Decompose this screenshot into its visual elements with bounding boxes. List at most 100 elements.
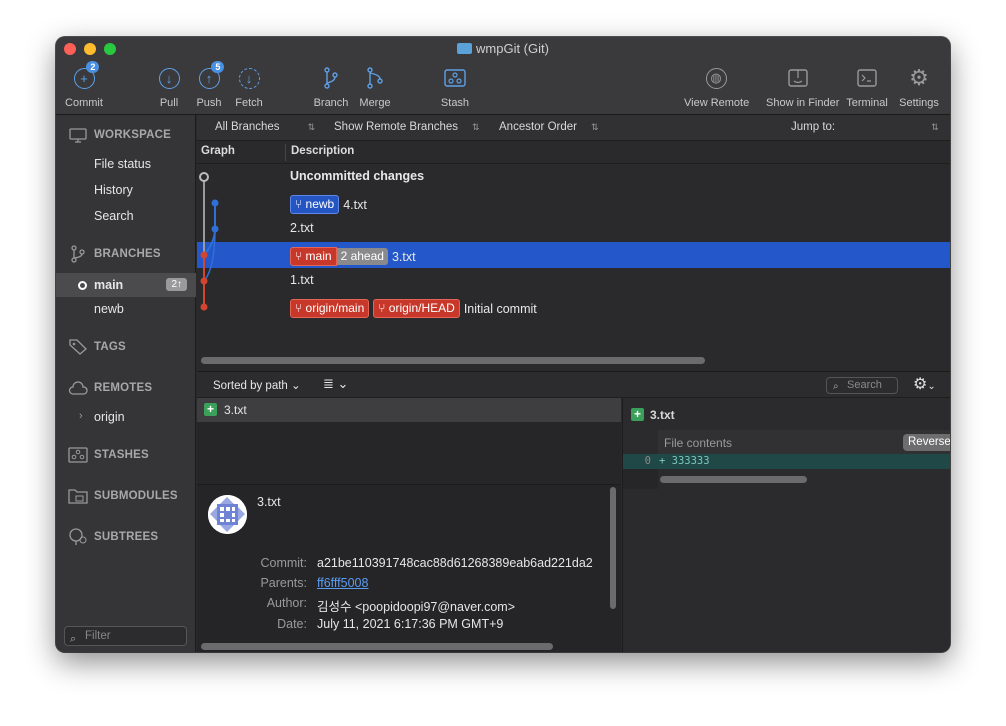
commit-row-selected[interactable]: ⑂ main 2 ahead 3.txt [197, 242, 950, 268]
remotes-title: REMOTES [94, 382, 153, 394]
sort-dropdown[interactable]: Sorted by path ⌄ [213, 378, 301, 392]
stash-label: Stash [440, 97, 470, 109]
branch-ref-label: main [305, 249, 332, 263]
commit-button[interactable]: +2 Commit [65, 61, 103, 111]
workspace-title: WORKSPACE [94, 129, 171, 141]
added-icon: + [631, 408, 644, 421]
file-search-input[interactable]: ⌕ Search [826, 377, 898, 394]
sidebar-item-history[interactable]: History [94, 183, 133, 197]
commit-list: Uncommitted changes ⑂ newb 4.txt 2.txt ⑂ … [197, 164, 950, 368]
graph-node [200, 303, 208, 311]
tag-icon [68, 339, 88, 355]
branches-dropdown-value: All Branches [215, 121, 280, 133]
terminal-icon [855, 65, 879, 91]
stash-icon [68, 447, 88, 463]
commit-date: July 11, 2021 6:17:36 PM GMT+9 [317, 617, 504, 631]
subtrees-section[interactable]: SUBTREES [68, 528, 158, 545]
commit-description: 2.txt [290, 221, 314, 235]
search-icon: ⌕ [833, 381, 839, 392]
graph-column-header[interactable]: Graph [201, 145, 235, 157]
app-window: wmpGit (Git) +2 Commit ↓ Pull ↑ 5 Push ↓ … [56, 37, 950, 652]
sidebar: WORKSPACE File status History Search BRA… [56, 115, 196, 652]
branch-ref-newb[interactable]: ⑂ newb [290, 195, 340, 214]
commit-author: 김성수 <poopidoopi97@naver.com> [317, 600, 516, 614]
graph-node [211, 225, 219, 233]
file-name: 3.txt [224, 403, 247, 417]
order-dropdown-value: Ancestor Order [499, 121, 577, 133]
window-title: wmpGit (Git) [56, 41, 950, 56]
workspace-section[interactable]: WORKSPACE [68, 127, 171, 143]
commit-description: 4.txt [343, 197, 367, 212]
sidebar-item-file-status[interactable]: File status [94, 157, 151, 171]
commit-description: 3.txt [391, 249, 416, 264]
sort-dropdown-value: Sorted by path [213, 380, 288, 392]
commit-row[interactable]: 2.txt [197, 216, 950, 242]
merge-icon [363, 65, 387, 91]
folder-icon [457, 43, 473, 54]
lower-panel: Sorted by path ⌄ ≣ ⌄ ⌕ Search ⚙⌄ + 3.txt [197, 371, 950, 652]
branches-dropdown[interactable]: All Branches ⇅ [215, 121, 315, 133]
show-in-finder-button[interactable]: Show in Finder [766, 65, 839, 111]
order-dropdown[interactable]: Ancestor Order ⇅ [499, 121, 599, 133]
commit-row[interactable]: 1.txt [197, 268, 950, 294]
sidebar-filter-input[interactable]: ⌕ Filter [64, 626, 187, 646]
commit-row[interactable]: ⑂ origin/main ⑂ origin/HEAD Initial commit [197, 294, 950, 320]
push-badge: 5 [211, 61, 225, 73]
window-title-text: wmpGit (Git) [476, 41, 549, 56]
horizontal-scrollbar[interactable] [660, 476, 807, 483]
finder-icon [786, 65, 810, 91]
sidebar-remote-origin[interactable]: origin [94, 410, 125, 424]
monitor-icon [68, 127, 88, 143]
stashes-section[interactable]: STASHES [68, 447, 149, 463]
branch-ref-label: origin/main [305, 301, 365, 315]
subtree-icon [68, 528, 88, 545]
commit-hash[interactable]: a21be110391748cac88d61268389eab6ad221da2 [317, 556, 604, 570]
sidebar-branch-main[interactable]: main 2↑ [56, 273, 196, 297]
vertical-scrollbar[interactable] [610, 487, 616, 609]
date-label: Date: [277, 617, 307, 631]
list-view-icon[interactable]: ≣ ⌄ [323, 376, 348, 392]
branches-section[interactable]: BRANCHES [68, 245, 161, 263]
terminal-button[interactable]: Terminal [846, 65, 888, 111]
fetch-button[interactable]: ↓ Fetch [235, 65, 263, 111]
tags-section[interactable]: TAGS [68, 339, 126, 355]
branch-button[interactable]: Branch [314, 65, 348, 111]
sidebar-item-search[interactable]: Search [94, 209, 134, 223]
parent-link[interactable]: ff6fff5008 [317, 576, 368, 590]
submodules-title: SUBMODULES [94, 490, 178, 502]
merge-label: Merge [359, 97, 391, 109]
branch-ref-icon: ⑂ [295, 301, 306, 315]
branch-ref-icon: ⑂ [295, 197, 306, 211]
submodules-section[interactable]: SUBMODULES [68, 488, 178, 504]
branch-ref-main[interactable]: ⑂ main [290, 247, 337, 266]
jump-to-dropdown[interactable]: Jump to: ⇅ [791, 121, 939, 133]
view-remote-button[interactable]: ◍ View Remote [684, 65, 749, 111]
reverse-hunk-button[interactable]: Reverse hun [903, 434, 950, 451]
branch-ref-icon: ⑂ [295, 249, 306, 263]
sidebar-branch-newb[interactable]: newb [94, 302, 124, 316]
settings-button[interactable]: ⚙ Settings [899, 65, 939, 111]
remote-dropdown[interactable]: Show Remote Branches ⇅ [334, 121, 480, 133]
fetch-label: Fetch [235, 97, 263, 109]
chevron-down-icon: ⌄ [291, 380, 301, 392]
remote-ref-origin-main[interactable]: ⑂ origin/main [290, 299, 370, 318]
column-divider[interactable] [285, 144, 286, 161]
remote-ref-origin-head[interactable]: ⑂ origin/HEAD [373, 299, 460, 318]
remotes-section[interactable]: REMOTES [68, 380, 152, 396]
gear-icon[interactable]: ⚙⌄ [913, 374, 936, 394]
hunk-header: File contents Reverse hun [658, 430, 950, 454]
branch-icon [319, 65, 343, 91]
description-column-header[interactable]: Description [291, 145, 354, 157]
stash-button[interactable]: Stash [441, 65, 469, 111]
updown-icon: ⇅ [590, 122, 599, 132]
horizontal-scrollbar[interactable] [201, 643, 553, 650]
commit-row[interactable]: ⑂ newb 4.txt [197, 190, 950, 216]
commit-row[interactable]: Uncommitted changes [197, 164, 950, 190]
pull-icon: ↓ [158, 67, 180, 89]
gear-icon: ⚙ [909, 65, 929, 90]
updown-icon: ⇅ [307, 122, 316, 132]
merge-button[interactable]: Merge [359, 65, 391, 111]
branch-icon [68, 245, 88, 263]
file-row[interactable]: + 3.txt [197, 398, 621, 422]
chevron-right-icon[interactable]: › [79, 410, 83, 422]
